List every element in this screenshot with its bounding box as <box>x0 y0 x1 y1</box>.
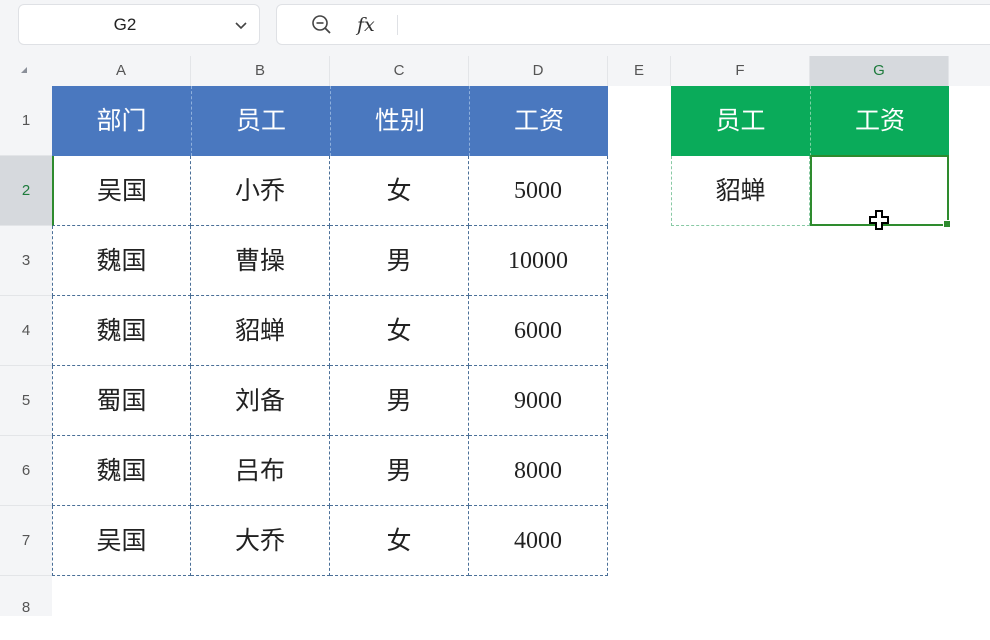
table-cell[interactable]: 4000 <box>469 506 608 576</box>
table-cell[interactable]: 8000 <box>469 436 608 506</box>
table-cell[interactable]: 男 <box>330 366 469 436</box>
table-cell[interactable]: 男 <box>330 436 469 506</box>
lookup-header-cell[interactable]: 员工 <box>671 86 810 156</box>
row-header-8[interactable]: 8 <box>0 576 52 616</box>
table-cell[interactable]: 女 <box>330 506 469 576</box>
table-cell[interactable]: 5000 <box>469 156 608 226</box>
table-cell[interactable]: 女 <box>330 156 469 226</box>
row-header-6[interactable]: 6 <box>0 436 52 506</box>
table-cell[interactable]: 貂蝉 <box>191 296 330 366</box>
table-cell[interactable]: 男 <box>330 226 469 296</box>
row-header-2[interactable]: 2 <box>0 156 52 226</box>
table-cell[interactable]: 6000 <box>469 296 608 366</box>
toolbar: G2 fx <box>0 0 990 56</box>
zoom-out-icon[interactable] <box>311 14 333 36</box>
lookup-cell[interactable]: 貂蝉 <box>671 156 810 226</box>
select-all-corner[interactable] <box>0 56 52 86</box>
select-all-icon[interactable] <box>21 67 27 73</box>
table-cell[interactable]: 9000 <box>469 366 608 436</box>
table-header-cell[interactable]: 性别 <box>330 86 469 156</box>
formula-bar[interactable]: fx <box>276 4 990 45</box>
table-cell[interactable]: 吴国 <box>52 156 191 226</box>
column-header-e[interactable]: E <box>608 56 671 86</box>
fill-handle[interactable] <box>943 220 951 228</box>
row-header-3[interactable]: 3 <box>0 226 52 296</box>
row-header-4[interactable]: 4 <box>0 296 52 366</box>
table-header-cell[interactable]: 工资 <box>469 86 608 156</box>
column-header-h[interactable] <box>949 56 990 86</box>
name-box-cell-ref[interactable]: G2 <box>19 5 231 44</box>
lookup-header-cell[interactable]: 工资 <box>810 86 949 156</box>
column-header-c[interactable]: C <box>330 56 469 86</box>
table-header-cell[interactable]: 员工 <box>191 86 330 156</box>
fx-icon[interactable]: fx <box>357 11 375 39</box>
table-cell[interactable]: 女 <box>330 296 469 366</box>
row-header-1[interactable]: 1 <box>0 86 52 156</box>
column-header-a[interactable]: A <box>52 56 191 86</box>
plus-cursor-icon <box>869 210 889 230</box>
table-cell[interactable]: 大乔 <box>191 506 330 576</box>
table-cell[interactable]: 曹操 <box>191 226 330 296</box>
column-header-f[interactable]: F <box>671 56 810 86</box>
table-cell[interactable]: 魏国 <box>52 296 191 366</box>
table-cell[interactable]: 蜀国 <box>52 366 191 436</box>
table-header-cell[interactable]: 部门 <box>52 86 191 156</box>
chevron-down-icon[interactable] <box>233 17 249 33</box>
table-cell[interactable]: 小乔 <box>191 156 330 226</box>
row-header-7[interactable]: 7 <box>0 506 52 576</box>
row-header-5[interactable]: 5 <box>0 366 52 436</box>
table-cell[interactable]: 吕布 <box>191 436 330 506</box>
table-cell[interactable]: 10000 <box>469 226 608 296</box>
formula-separator <box>397 15 398 35</box>
column-header-b[interactable]: B <box>191 56 330 86</box>
table-cell[interactable]: 魏国 <box>52 436 191 506</box>
column-header-d[interactable]: D <box>469 56 608 86</box>
name-box[interactable]: G2 <box>18 4 260 45</box>
column-header-g[interactable]: G <box>810 56 949 86</box>
table-cell[interactable]: 刘备 <box>191 366 330 436</box>
table-cell[interactable]: 魏国 <box>52 226 191 296</box>
table-cell[interactable]: 吴国 <box>52 506 191 576</box>
